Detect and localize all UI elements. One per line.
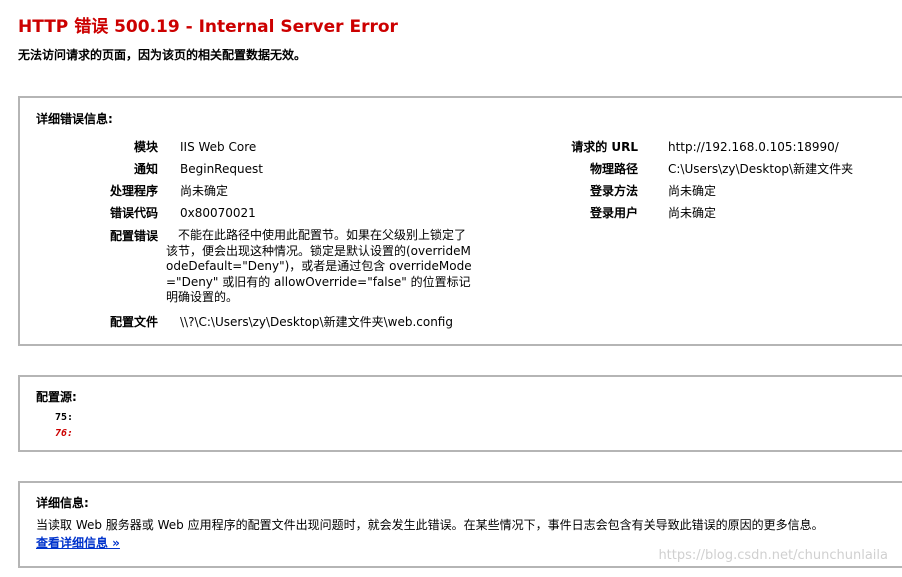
logon-user-value: 尚未确定 (668, 206, 717, 220)
config-source-panel: 配置源: 75: 76: (18, 375, 902, 452)
error-code-value: 0x80070021 (180, 206, 256, 220)
config-error-label: 配置错误 (109, 229, 158, 243)
notification-value: BeginRequest (180, 162, 263, 176)
error-page: HTTP 错误 500.19 - Internal Server Error 无… (0, 0, 902, 577)
config-error-value: 不能在此路径中使用此配置节。如果在父级别上锁定了该节，便会出现这种情况。锁定是默… (166, 228, 472, 304)
more-info-text: 当读取 Web 服务器或 Web 应用程序的配置文件出现问题时，就会发生此错误。… (36, 518, 824, 532)
page-subtitle: 无法访问请求的页面，因为该页的相关配置数据无效。 (18, 48, 307, 62)
config-source-heading: 配置源: (36, 390, 77, 404)
notification-label: 通知 (133, 162, 158, 176)
row-config-error: 配置错误 不能在此路径中使用此配置节。如果在父级别上锁定了该节，便会出现这种情况… (20, 227, 500, 307)
more-info-heading: 详细信息: (36, 496, 89, 510)
logon-user-label: 登录用户 (589, 206, 638, 220)
config-file-label: 配置文件 (109, 315, 158, 329)
request-url-value: http://192.168.0.105:18990/ (668, 140, 839, 154)
physical-path-value: C:\Users\zy\Desktop\新建文件夹 (668, 162, 854, 176)
detailed-error-panel: 详细错误信息: 模块 IIS Web Core 通知 BeginRequest … (18, 96, 902, 346)
config-file-value: \\?\C:\Users\zy\Desktop\新建文件夹\web.config (180, 315, 453, 329)
logon-method-label: 登录方法 (589, 184, 638, 198)
handler-value: 尚未确定 (180, 184, 229, 198)
logon-method-value: 尚未确定 (668, 184, 717, 198)
view-more-info-link[interactable]: 查看详细信息 » (36, 534, 120, 551)
handler-label: 处理程序 (109, 184, 158, 198)
physical-path-label: 物理路径 (589, 162, 638, 176)
detailed-error-heading: 详细错误信息: (36, 112, 113, 126)
page-title: HTTP 错误 500.19 - Internal Server Error (18, 17, 398, 37)
source-line-75: 75: (55, 412, 74, 423)
request-url-label: 请求的 URL (571, 140, 638, 154)
module-value: IIS Web Core (180, 140, 257, 154)
module-label: 模块 (133, 140, 158, 154)
error-code-label: 错误代码 (109, 206, 158, 220)
watermark: https://blog.csdn.net/chunchunlaila (658, 548, 888, 563)
source-line-76: 76: (55, 428, 74, 439)
